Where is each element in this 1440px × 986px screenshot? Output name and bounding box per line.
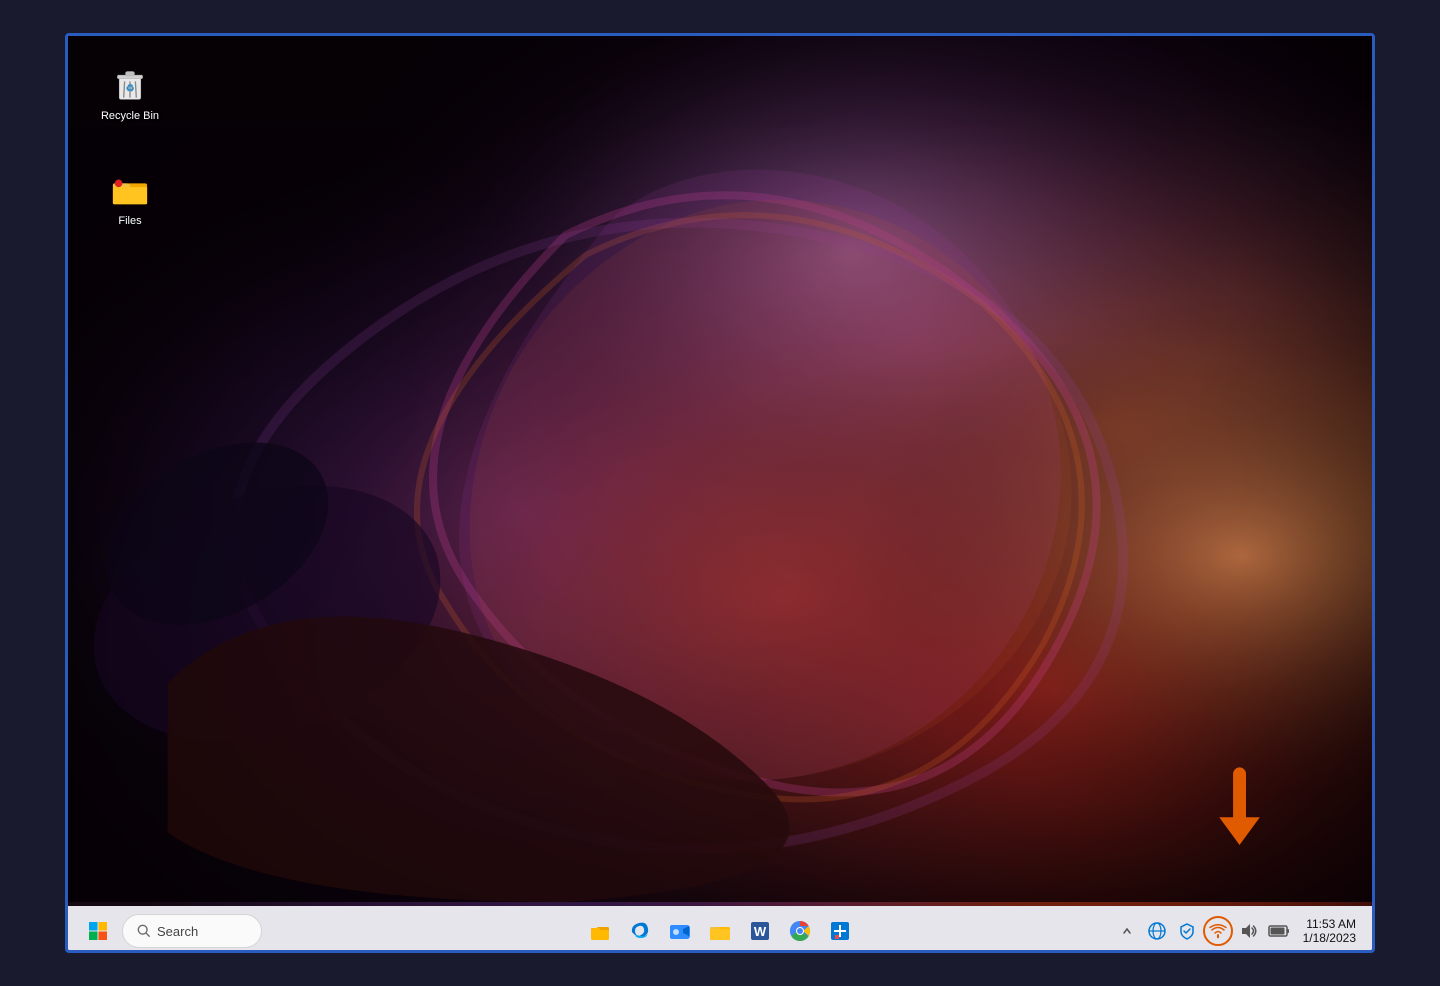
desktop[interactable]: ♻ Recycle Bin Files xyxy=(68,36,1372,906)
taskbar-file-explorer[interactable] xyxy=(582,913,618,949)
search-icon xyxy=(137,924,151,938)
clock-date: 1/18/2023 xyxy=(1303,931,1356,945)
screen: ♻ Recycle Bin Files xyxy=(65,33,1375,953)
search-box[interactable]: Search xyxy=(122,914,262,948)
clock-time: 11:53 AM xyxy=(1306,917,1356,931)
svg-text:W: W xyxy=(754,924,767,939)
taskbar-folder[interactable] xyxy=(702,913,738,949)
wifi-icon[interactable] xyxy=(1203,916,1233,946)
files-label: Files xyxy=(118,214,141,228)
taskbar-word[interactable]: W xyxy=(742,913,778,949)
arrow-indicator xyxy=(1210,768,1270,848)
taskbar-edge[interactable] xyxy=(622,913,658,949)
taskbar-chrome[interactable] xyxy=(782,913,818,949)
security-icon[interactable] xyxy=(1173,917,1201,945)
files-image xyxy=(110,170,150,210)
start-button[interactable] xyxy=(80,913,116,949)
network-monitor-icon[interactable] xyxy=(1143,917,1171,945)
files-icon[interactable]: Files xyxy=(90,166,170,232)
taskbar: Search xyxy=(68,906,1372,953)
taskbar-center: W xyxy=(582,913,858,949)
recycle-bin-icon[interactable]: ♻ Recycle Bin xyxy=(90,61,170,127)
volume-icon[interactable] xyxy=(1235,917,1263,945)
search-label: Search xyxy=(157,924,198,939)
recycle-bin-image: ♻ xyxy=(110,65,150,105)
taskbar-extra-app[interactable] xyxy=(822,913,858,949)
taskbar-right: 11:53 AM 1/18/2023 xyxy=(1113,915,1360,947)
taskbar-left: Search xyxy=(80,913,262,949)
battery-icon[interactable] xyxy=(1265,917,1293,945)
recycle-bin-label: Recycle Bin xyxy=(101,109,159,123)
clock[interactable]: 11:53 AM 1/18/2023 xyxy=(1299,915,1360,947)
wallpaper-swirl xyxy=(68,36,1372,902)
show-hidden-icons-button[interactable] xyxy=(1113,917,1141,945)
taskbar-zoom[interactable] xyxy=(662,913,698,949)
svg-text:♻: ♻ xyxy=(126,83,135,94)
